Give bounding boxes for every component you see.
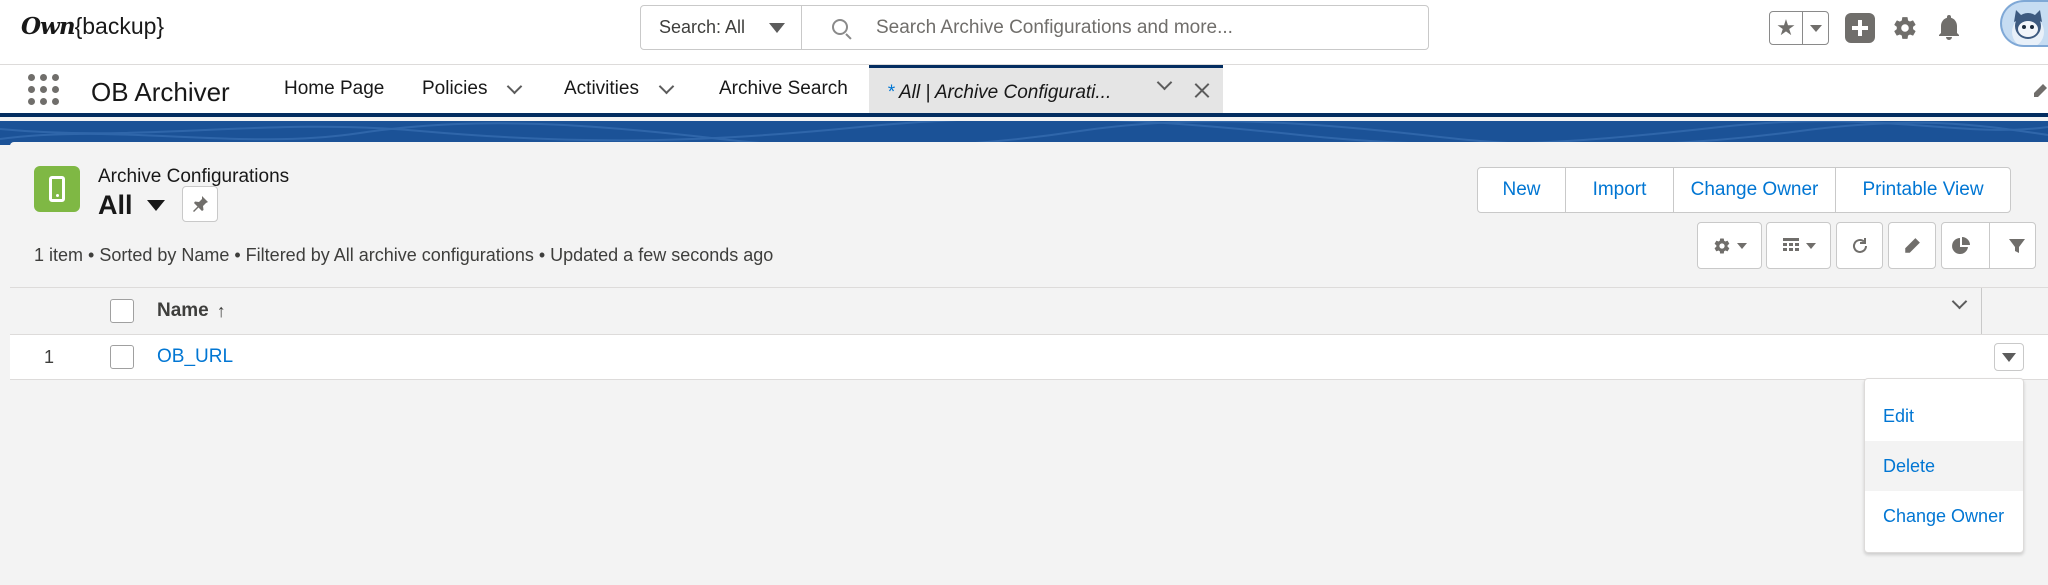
column-divider[interactable] bbox=[1981, 288, 1982, 334]
pin-icon bbox=[193, 196, 208, 212]
column-header-label: Name bbox=[157, 300, 209, 321]
record-link[interactable]: OB_URL bbox=[157, 346, 233, 368]
sort-ascending-icon: ↑ bbox=[216, 300, 226, 321]
nav-item-label: Home Page bbox=[284, 78, 385, 99]
pie-chart-icon[interactable] bbox=[1951, 236, 1971, 256]
filter-icon[interactable] bbox=[2008, 237, 2026, 255]
global-search: Search: All bbox=[640, 5, 1429, 50]
caret-down-icon bbox=[769, 23, 785, 33]
global-header: Own{backup} Search: All ★ bbox=[0, 0, 2048, 65]
search-scope-dropdown[interactable]: Search: All bbox=[641, 6, 802, 49]
avatar[interactable] bbox=[2000, 0, 2048, 47]
display-as-button[interactable] bbox=[1766, 222, 1831, 269]
header-actions: ★ bbox=[1769, 8, 1963, 48]
pencil-icon bbox=[1905, 237, 1920, 253]
tab-label: * All | Archive Configurati... bbox=[887, 82, 1111, 104]
row-actions-button[interactable] bbox=[1994, 343, 2024, 371]
chevron-down-icon[interactable] bbox=[658, 78, 675, 94]
nav-item-home-page[interactable]: Home Page bbox=[284, 65, 384, 113]
menu-item-edit[interactable]: Edit bbox=[1865, 391, 2023, 441]
list-view-selector[interactable]: All bbox=[98, 190, 165, 221]
gear-icon bbox=[1714, 237, 1729, 254]
app-name: OB Archiver bbox=[91, 77, 230, 107]
nav-item-policies[interactable]: Policies bbox=[422, 65, 523, 113]
caret-down-icon bbox=[1736, 242, 1747, 249]
caret-down-icon bbox=[2002, 352, 2016, 362]
logo-own-text: Own bbox=[21, 13, 76, 40]
nav-item-archive-search[interactable]: Archive Search bbox=[719, 65, 848, 113]
close-icon[interactable] bbox=[1192, 80, 1212, 100]
refresh-button[interactable] bbox=[1836, 222, 1883, 269]
object-label: Archive Configurations bbox=[98, 166, 290, 187]
bell-icon[interactable] bbox=[1935, 14, 1963, 42]
chevron-down-icon[interactable] bbox=[1156, 74, 1173, 91]
list-actions: New Import Change Owner Printable View bbox=[1477, 167, 2011, 213]
column-header-name[interactable]: Name ↑ bbox=[157, 300, 226, 322]
unsaved-indicator: * bbox=[887, 82, 899, 103]
gear-icon[interactable] bbox=[1891, 14, 1919, 42]
chevron-down-icon[interactable] bbox=[507, 78, 523, 94]
pencil-icon[interactable] bbox=[2032, 83, 2048, 99]
device-icon bbox=[49, 176, 65, 202]
logo-backup-text: {backup} bbox=[74, 13, 165, 39]
favorites-button-group: ★ bbox=[1769, 11, 1829, 45]
caret-down-icon bbox=[1805, 242, 1816, 249]
menu-item-delete[interactable]: Delete bbox=[1865, 441, 2023, 491]
search-input[interactable] bbox=[802, 6, 1428, 49]
global-create-icon[interactable] bbox=[1845, 13, 1875, 43]
select-all-checkbox[interactable] bbox=[110, 299, 134, 323]
import-button[interactable]: Import bbox=[1566, 168, 1674, 212]
caret-down-icon bbox=[146, 200, 165, 211]
new-button[interactable]: New bbox=[1478, 168, 1566, 212]
row-checkbox[interactable] bbox=[110, 345, 134, 369]
nav-item-label: Policies bbox=[422, 78, 488, 99]
row-number: 1 bbox=[44, 347, 55, 367]
inline-edit-button[interactable] bbox=[1888, 222, 1936, 269]
nav-item-label: Archive Search bbox=[719, 78, 848, 99]
row-actions-menu: Edit Delete Change Owner bbox=[1864, 378, 2024, 553]
ownbackup-logo[interactable]: Own{backup} bbox=[21, 13, 164, 40]
chart-filter-group bbox=[1941, 222, 2036, 269]
refresh-icon bbox=[1852, 237, 1867, 253]
list-view-card: Archive Configurations All New Import Ch… bbox=[10, 142, 2048, 585]
tab-title: All | Archive Configurati... bbox=[898, 82, 1112, 103]
menu-item-change-owner[interactable]: Change Owner bbox=[1865, 491, 2023, 541]
app-navigation-bar: OB Archiver Home Page Policies Activitie… bbox=[0, 65, 2048, 117]
favorites-list-button[interactable] bbox=[1803, 12, 1828, 44]
nav-item-label: Activities bbox=[564, 78, 639, 99]
table-row: 1 OB_URL bbox=[10, 335, 2048, 380]
list-view-name: All bbox=[98, 190, 133, 220]
pin-list-view-button[interactable] bbox=[182, 186, 218, 222]
search-scope-label: Search: All bbox=[659, 17, 746, 37]
change-owner-button[interactable]: Change Owner bbox=[1674, 168, 1836, 212]
list-view-controls-button[interactable] bbox=[1697, 222, 1762, 269]
table-icon bbox=[1782, 237, 1799, 251]
divider bbox=[1989, 223, 1990, 268]
printable-view-button[interactable]: Printable View bbox=[1836, 168, 2010, 212]
caret-down-icon bbox=[1809, 24, 1822, 32]
table-header: Name ↑ bbox=[10, 287, 2048, 335]
tab-all-archive-configurations[interactable]: * All | Archive Configurati... bbox=[869, 65, 1223, 113]
star-icon[interactable]: ★ bbox=[1770, 12, 1803, 44]
nav-item-activities[interactable]: Activities bbox=[564, 65, 675, 113]
search-field bbox=[802, 6, 1428, 49]
archive-configuration-object-icon bbox=[34, 166, 80, 212]
app-launcher-icon[interactable] bbox=[28, 74, 60, 106]
records-table: Name ↑ 1 OB_URL bbox=[10, 287, 2048, 380]
list-status: 1 item • Sorted by Name • Filtered by Al… bbox=[34, 245, 774, 265]
chevron-down-icon[interactable] bbox=[1951, 293, 1968, 310]
